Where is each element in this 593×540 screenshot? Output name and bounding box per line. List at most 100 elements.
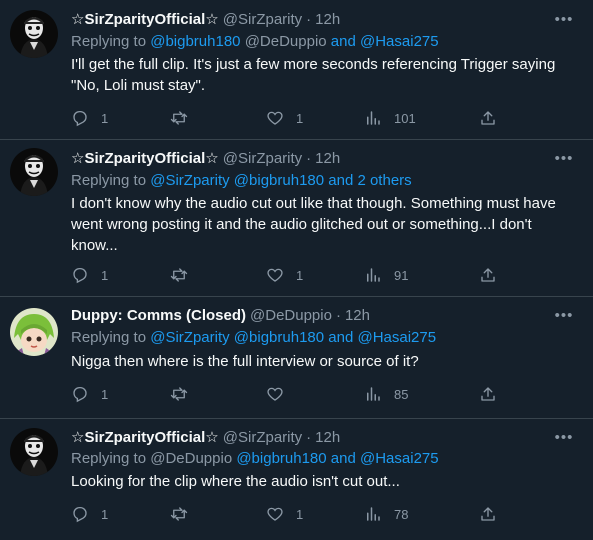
replying-prefix: Replying to [71,329,147,346]
mention-link[interactable]: @Hasai275 [360,450,439,467]
display-name[interactable]: ☆SirZparityOfficial☆ [71,10,219,28]
heart-icon [267,268,283,282]
like-button[interactable]: 1 [266,263,303,287]
views-button[interactable]: 85 [364,382,408,406]
tweet[interactable]: ☆SirZparityOfficial☆ @SirZparity · 12h •… [0,139,593,296]
user-handle[interactable]: @SirZparity [223,11,302,28]
share-button[interactable] [479,502,497,526]
reply-button[interactable]: 1 [71,263,108,287]
mention-plain[interactable]: @DeDuppio [245,33,327,50]
replying-to: Replying to @bigbruh180 @DeDuppio and @H… [71,33,439,50]
share-button[interactable] [479,106,497,130]
reply-icon [73,267,87,284]
view-count: 101 [394,110,416,126]
display-name[interactable]: ☆SirZparityOfficial☆ [71,149,219,167]
mention-link[interactable]: @bigbruh180 [234,329,324,346]
retweet-button[interactable] [169,263,201,287]
reply-count: 1 [101,386,109,402]
tweet-text: Nigga then where is the full interview o… [71,353,419,370]
user-handle[interactable]: @SirZparity [223,150,302,167]
mention-link[interactable]: @Hasai275 [357,329,436,346]
reply-count: 1 [101,110,109,126]
timestamp[interactable]: 12h [315,11,340,28]
mention-link[interactable]: @bigbruh180 [150,33,240,50]
share-icon [481,507,495,521]
views-icon [367,507,380,521]
tweet-text: I don't know why the audio cut out like … [71,195,556,254]
retweet-button[interactable] [169,106,201,130]
share-button[interactable] [479,263,497,287]
reply-button[interactable]: 1 [71,106,108,130]
separator-dot: · [306,10,312,28]
replying-prefix: Replying to [71,450,147,467]
mention-link[interactable]: @bigbruh180 [236,450,326,467]
view-count: 85 [394,386,409,402]
retweet-icon [170,387,188,401]
tweet-text: I'll get the full clip. It's just a few … [71,56,556,94]
mention-link[interactable]: and 2 others [328,172,411,189]
tweet-header: ☆SirZparityOfficial☆ @SirZparity · 12h [71,148,340,168]
mention-plain[interactable]: @DeDuppio [150,450,232,467]
reply-button[interactable]: 1 [71,382,108,406]
tweet-actions: 1 1 91 [71,263,501,287]
tweet-actions: 1 1 101 [71,106,501,130]
tweet[interactable]: Duppy: Comms (Closed) @DeDuppio · 12h ••… [0,296,593,418]
tweet[interactable]: ☆SirZparityOfficial☆ @SirZparity · 12h •… [0,418,593,540]
heart-icon [267,507,283,521]
replying-to: Replying to @DeDuppio @bigbruh180 and @H… [71,450,439,467]
views-button[interactable]: 101 [364,106,416,130]
share-icon [481,387,495,401]
tweet-text: Looking for the clip where the audio isn… [71,473,400,490]
separator-dot: · [306,428,312,446]
mention-link[interactable]: and [328,329,353,346]
retweet-icon [170,507,188,521]
more-icon[interactable]: ••• [553,10,575,28]
mention-link[interactable]: @SirZparity [150,172,229,189]
avatar[interactable] [10,308,58,356]
retweet-icon [170,268,188,282]
avatar[interactable] [10,148,58,196]
views-button[interactable]: 91 [364,263,408,287]
avatar[interactable] [10,10,58,58]
like-button[interactable]: 1 [266,502,303,526]
timestamp[interactable]: 12h [345,307,370,324]
tweet-header: Duppy: Comms (Closed) @DeDuppio · 12h [71,305,370,325]
like-button[interactable] [266,382,296,406]
user-handle[interactable]: @SirZparity [223,429,302,446]
more-icon[interactable]: ••• [553,306,575,324]
reply-button[interactable]: 1 [71,502,108,526]
separator-dot: · [335,306,341,324]
separator-dot: · [306,149,312,167]
mention-link[interactable]: @SirZparity [150,329,229,346]
avatar[interactable] [10,428,58,476]
retweet-button[interactable] [169,382,201,406]
like-button[interactable]: 1 [266,106,303,130]
more-icon[interactable]: ••• [553,428,575,446]
timestamp[interactable]: 12h [315,150,340,167]
tweet[interactable]: ☆SirZparityOfficial☆ @SirZparity · 12h •… [0,0,593,139]
retweet-icon [170,111,188,125]
retweet-button[interactable] [169,502,201,526]
user-handle[interactable]: @DeDuppio [250,307,332,324]
view-count: 78 [394,506,409,522]
replying-to: Replying to @SirZparity @bigbruh180 and … [71,329,436,346]
heart-icon [267,111,283,125]
mention-link[interactable]: and [331,450,356,467]
display-name[interactable]: ☆SirZparityOfficial☆ [71,428,219,446]
heart-icon [267,387,283,401]
share-icon [481,268,495,282]
share-button[interactable] [479,382,497,406]
replying-prefix: Replying to [71,33,147,50]
mention-link[interactable]: and [331,33,356,50]
views-icon [367,268,380,282]
display-name[interactable]: Duppy: Comms (Closed) [71,307,246,324]
mention-link[interactable]: @Hasai275 [360,33,439,50]
like-count: 1 [296,506,304,522]
more-icon[interactable]: ••• [553,149,575,167]
timestamp[interactable]: 12h [315,429,340,446]
reply-icon [73,110,87,127]
mention-link[interactable]: @bigbruh180 [234,172,324,189]
views-button[interactable]: 78 [364,502,408,526]
tweet-actions: 1 1 78 [71,502,501,526]
reply-count: 1 [101,506,109,522]
